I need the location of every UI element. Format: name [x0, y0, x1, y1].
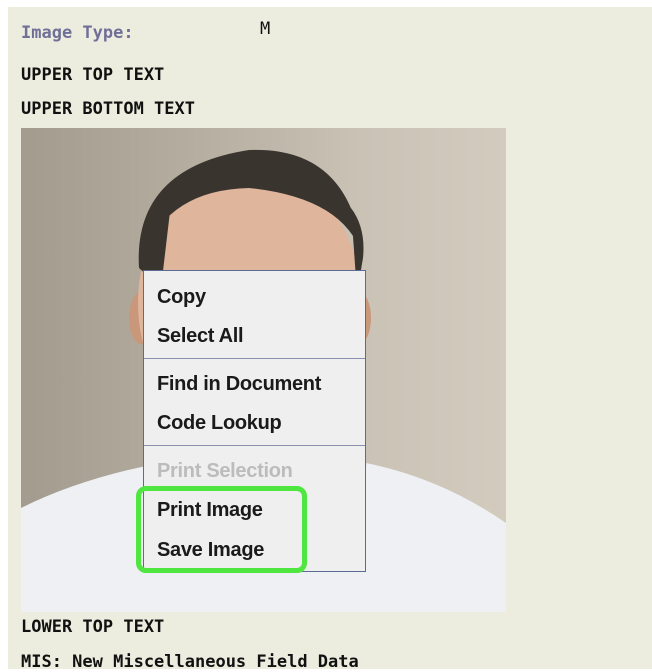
menu-item-select-all[interactable]: Select All: [157, 325, 244, 348]
mis-field-text: MIS: New Miscellaneous Field Data: [21, 652, 359, 672]
highlight-box: [136, 486, 307, 573]
menu-item-copy[interactable]: Copy: [157, 286, 206, 309]
record-panel: Image Type: M UPPER TOP TEXT UPPER BOTTO…: [8, 7, 652, 672]
upper-bottom-text: UPPER BOTTOM TEXT: [21, 99, 195, 119]
menu-separator: [144, 445, 365, 446]
image-type-value: M: [260, 19, 271, 39]
menu-item-find-in-document[interactable]: Find in Document: [157, 373, 321, 396]
menu-item-print-selection: Print Selection: [157, 460, 293, 482]
image-type-label: Image Type:: [21, 23, 134, 43]
menu-item-code-lookup[interactable]: Code Lookup: [157, 412, 282, 435]
upper-top-text: UPPER TOP TEXT: [21, 65, 165, 85]
menu-separator: [144, 358, 365, 359]
lower-top-text: LOWER TOP TEXT: [21, 617, 165, 637]
